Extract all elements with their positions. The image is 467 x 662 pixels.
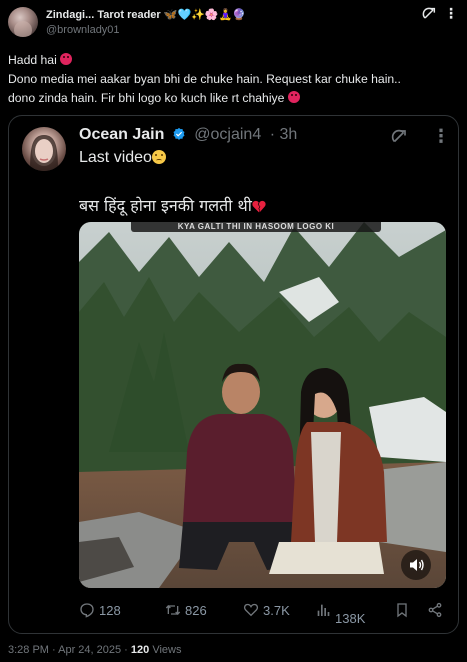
- repost-button[interactable]: 826: [165, 598, 207, 622]
- post-text: Hadd hai Dono media mei aakar byan bhi d…: [8, 51, 463, 108]
- post-actions-bar: 128 826 3.7K 138K: [79, 598, 451, 626]
- quoted-post-card[interactable]: Ocean Jain @ocjain4 · 3h ⋮ Last video बस…: [8, 115, 459, 634]
- post-line-3: dono zinda hain. Fir bhi logo ko kuch li…: [8, 91, 285, 105]
- grok-icon[interactable]: [421, 6, 437, 22]
- post-line-2: Dono media mei aakar byan bhi de chuke h…: [8, 72, 401, 86]
- author-handle[interactable]: @brownlady01: [46, 24, 120, 36]
- reply-button[interactable]: 128: [79, 598, 121, 622]
- share-button[interactable]: [427, 598, 447, 622]
- views-button[interactable]: 138K: [315, 598, 365, 626]
- views-label: Views: [149, 644, 182, 656]
- avatar[interactable]: [8, 7, 38, 37]
- broken-heart-icon: [252, 200, 266, 213]
- grok-icon[interactable]: [390, 128, 408, 146]
- quoted-author-line: Ocean Jain @ocjain4 · 3h: [79, 126, 297, 144]
- video-caption-overlay: KYA GALTI THI IN HASOOM LOGO KI: [131, 222, 381, 232]
- speaker-icon: [410, 559, 424, 571]
- video-player[interactable]: KYA GALTI THI IN HASOOM LOGO KI: [79, 222, 446, 588]
- quoted-author-name[interactable]: Ocean Jain: [79, 126, 164, 143]
- post-line-1: Hadd hai: [8, 53, 57, 67]
- bookmark-icon: [397, 603, 407, 618]
- post-header: Zindagi... Tarot reader 🦋🩵✨🌸🧘‍♀️🔮 @brown…: [0, 0, 467, 40]
- quoted-text-line-1: Last video: [79, 149, 166, 167]
- like-count: 3.7K: [263, 602, 290, 618]
- like-button[interactable]: 3.7K: [243, 598, 290, 622]
- quoted-text-line-2: बस हिंदू होना इनकी गलती थी: [79, 194, 266, 216]
- views-count: 138K: [335, 610, 366, 626]
- quoted-author-handle[interactable]: @ocjain4: [194, 126, 261, 143]
- reply-icon: [80, 603, 94, 618]
- post-view-count: 120: [130, 644, 150, 656]
- bookmark-button[interactable]: [394, 598, 414, 622]
- post-metadata: 3:28 PM · Apr 24, 2025 · 120 Views: [8, 644, 181, 656]
- quoted-text-1: Last video: [79, 149, 152, 166]
- repost-icon: [165, 605, 181, 615]
- share-icon: [428, 602, 442, 618]
- quoted-timestamp[interactable]: · 3h: [270, 126, 298, 143]
- analytics-icon: [317, 604, 330, 616]
- quoted-avatar[interactable]: [22, 127, 66, 171]
- pleading-face-icon: [151, 150, 166, 164]
- video-frame-image: [79, 222, 446, 588]
- angry-face-icon: [60, 53, 73, 65]
- quoted-text-2: बस हिंदू होना इनकी गलती थी: [79, 196, 252, 215]
- more-options-icon[interactable]: ⋮: [432, 127, 450, 145]
- repost-count: 826: [185, 602, 207, 618]
- angry-face-icon: [287, 91, 300, 103]
- reply-count: 128: [99, 602, 121, 618]
- author-name[interactable]: Zindagi... Tarot reader 🦋🩵✨🌸🧘‍♀️🔮: [46, 8, 246, 21]
- post-datetime[interactable]: 3:28 PM · Apr 24, 2025 ·: [8, 644, 131, 656]
- verified-badge-icon: [173, 127, 185, 140]
- more-options-icon[interactable]: ⋮: [444, 6, 460, 22]
- heart-icon: [243, 603, 259, 617]
- mute-toggle-button[interactable]: [401, 550, 431, 580]
